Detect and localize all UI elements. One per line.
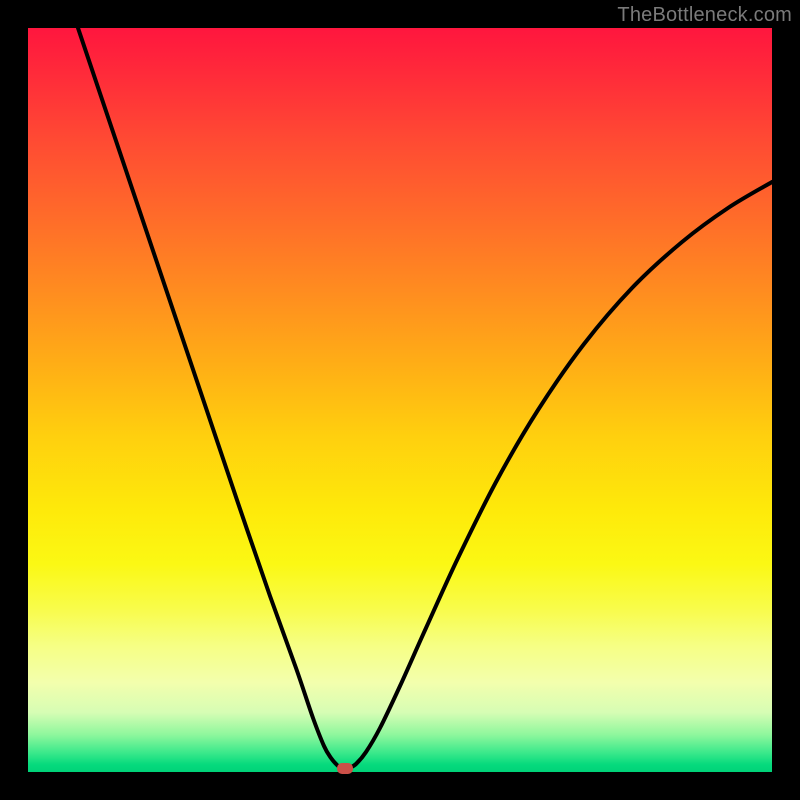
bottleneck-curve [28,28,772,772]
optimum-marker [337,763,353,774]
chart-container: TheBottleneck.com [0,0,800,800]
watermark-label: TheBottleneck.com [617,4,792,27]
